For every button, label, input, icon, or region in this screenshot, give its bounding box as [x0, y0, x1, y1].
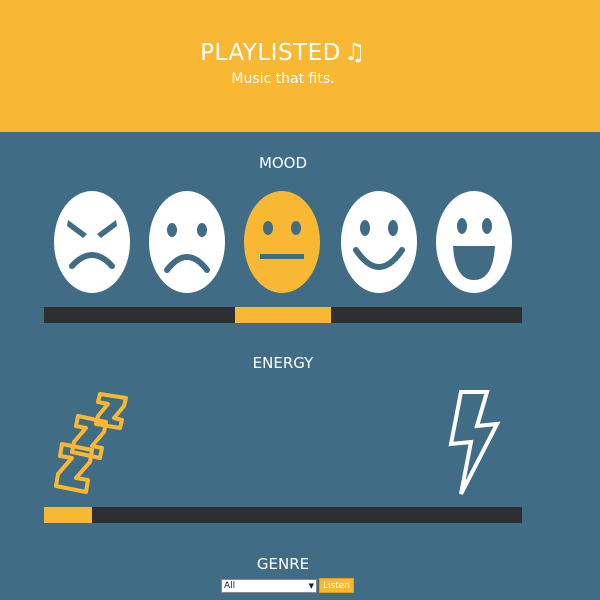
- mood-title: MOOD: [258, 154, 308, 172]
- angry-face-icon[interactable]: [53, 190, 131, 294]
- mood-faces: [53, 190, 513, 296]
- lightning-bolt-icon: [447, 390, 501, 500]
- header: PLAYLISTED ♫ Music that fits.: [0, 0, 600, 132]
- energy-slider-fill[interactable]: [44, 507, 92, 523]
- music-note-icon: ♫: [343, 38, 366, 66]
- brand-title: PLAYLISTED ♫: [0, 38, 566, 66]
- dropdown-arrow-icon: ▼: [308, 582, 314, 590]
- app-title: PLAYLISTED: [200, 40, 341, 66]
- genre-title: GENRE: [256, 555, 310, 573]
- happy-face-icon[interactable]: [340, 190, 418, 294]
- sleep-zzz-icon: [52, 392, 132, 500]
- very-happy-face-icon[interactable]: [435, 190, 513, 294]
- neutral-face-icon[interactable]: [243, 190, 321, 294]
- energy-slider[interactable]: [44, 507, 522, 523]
- energy-title: ENERGY: [252, 354, 314, 372]
- genre-selected-value: All: [224, 581, 236, 591]
- mood-slider[interactable]: [44, 307, 522, 323]
- genre-select[interactable]: All ▼: [221, 579, 317, 593]
- listen-button[interactable]: Listen: [319, 578, 354, 593]
- mood-slider-fill[interactable]: [235, 307, 331, 323]
- sad-face-icon[interactable]: [148, 190, 226, 294]
- tagline: Music that fits.: [231, 71, 335, 87]
